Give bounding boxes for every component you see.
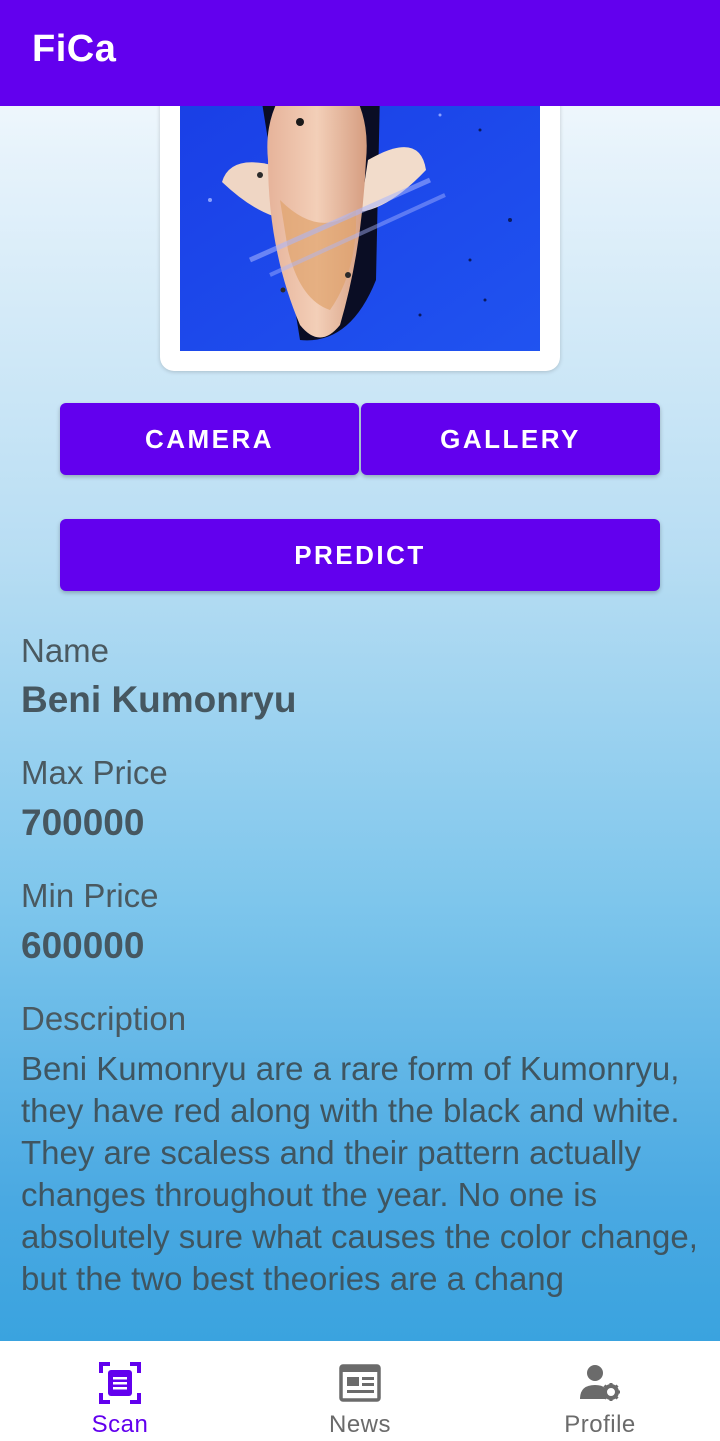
bottom-navigation: Scan News Profile <box>0 1341 720 1441</box>
nav-label-scan: Scan <box>91 1411 149 1438</box>
newspaper-icon <box>339 1364 381 1402</box>
app-title: FiCa <box>32 28 117 70</box>
camera-button[interactable]: CAMERA <box>60 403 359 475</box>
koi-fish-image <box>180 100 540 351</box>
name-label: Name <box>21 632 110 669</box>
description-label: Description <box>21 1000 187 1037</box>
name-value: Beni Kumonryu <box>21 679 297 720</box>
predict-button[interactable]: PREDICT <box>60 519 660 591</box>
min-price-value: 600000 <box>21 925 145 966</box>
max-price-value: 700000 <box>21 802 145 843</box>
gallery-button[interactable]: GALLERY <box>361 403 660 475</box>
nav-item-scan[interactable]: Scan <box>0 1341 240 1441</box>
description-text: Beni Kumonryu are a rare form of Kumonry… <box>21 1050 698 1297</box>
min-price-label: Min Price <box>21 877 159 914</box>
nav-label-news: News <box>328 1411 391 1438</box>
nav-item-profile[interactable]: Profile <box>480 1341 720 1441</box>
max-price-label: Max Price <box>21 754 168 791</box>
app-bar: FiCa <box>0 0 720 106</box>
user-settings-icon <box>580 1365 620 1401</box>
image-preview-card <box>160 60 560 371</box>
nav-label-profile: Profile <box>564 1411 636 1438</box>
nav-item-news[interactable]: News <box>240 1341 480 1441</box>
scan-document-icon <box>99 1362 141 1404</box>
